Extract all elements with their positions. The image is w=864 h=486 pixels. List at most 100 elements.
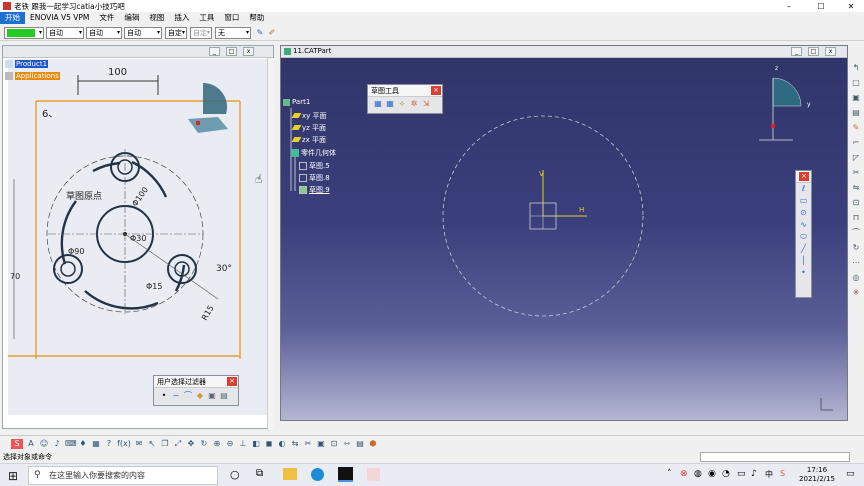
menu-enovia[interactable]: ENOVIA V5 VPM [25,12,94,24]
close-icon[interactable]: × [799,172,809,181]
positioned-sketch-icon[interactable]: ▣ [851,93,861,103]
rotate-icon[interactable]: ↻ [851,243,861,253]
emoji-icon[interactable]: ☺ [39,439,49,449]
3d-viewport[interactable]: V H z y Part1 xy 平面 yz 平面 zx 平面 零件几何体 草图… [281,58,847,420]
linetype-combo[interactable]: 自动 ▾ [124,27,162,39]
shirt-icon[interactable]: ♦ [78,439,88,449]
circle-icon[interactable]: ⊙ [799,208,809,218]
tree-item-applications[interactable]: Applications [5,72,60,80]
sketch-icon[interactable]: ▢ [851,78,861,88]
linewidth-combo[interactable]: 自动 ▾ [86,27,122,39]
color-combo[interactable]: ▾ [4,27,44,39]
close-button[interactable]: ✕ [836,0,864,12]
file-explorer-icon[interactable] [283,468,297,480]
menu-tools[interactable]: 工具 [194,12,219,24]
trim-icon[interactable]: ✂ [851,168,861,178]
command-input[interactable] [700,452,850,462]
table-icon[interactable]: ▤ [355,439,365,449]
construction-icon[interactable]: ⟡ [397,99,407,109]
zoom-in-icon[interactable]: ⊕ [212,439,222,449]
clock[interactable]: 17:16 2021/2/15 [795,466,839,484]
close-button[interactable]: x [825,47,836,56]
point-icon[interactable]: • [799,268,809,278]
snap-grid-icon[interactable]: ▦ [385,99,395,109]
select-icon[interactable]: ↖ [147,439,157,449]
chamfer-icon[interactable]: ◸ [851,153,861,163]
spline-icon[interactable]: ∿ [799,220,809,230]
corner-icon[interactable]: ⌐ [851,138,861,148]
rotate-view-icon[interactable]: ↻ [199,439,209,449]
comment-icon[interactable]: ✉ [134,439,144,449]
wps-icon[interactable] [367,468,380,481]
point-filter-icon[interactable]: • [159,391,169,401]
brush-icon[interactable]: ✐ [267,28,277,38]
project-icon[interactable]: ⊡ [851,198,861,208]
geometric-constraints-icon[interactable]: ✲ [409,99,419,109]
ime-s-icon[interactable]: S [780,469,785,478]
close-icon[interactable]: × [431,86,441,95]
tree-item-yz-plane[interactable]: yz 平面 [291,123,326,133]
tree-item-zx-plane[interactable]: zx 平面 [291,135,326,145]
layer-combo[interactable]: 无 ▾ [215,27,251,39]
constraint-icon[interactable]: ⊡ [329,439,339,449]
network-icon[interactable]: ▭ [737,469,746,479]
windows-start-icon[interactable]: ⊞ [8,469,18,483]
point-combo[interactable]: 自定 ▾ [165,27,187,39]
tray-icon-1[interactable]: ⊗ [680,469,688,479]
geometry-filter-icon[interactable]: ▤ [219,391,229,401]
notification-icon[interactable]: ▭ [846,469,855,479]
keyboard-icon[interactable]: ⌨ [65,439,77,449]
shading-icon[interactable]: ◼ [264,439,274,449]
taskbar-search-input[interactable]: ⚲ 在这里输入你要搜索的内容 [28,466,218,485]
measure-icon[interactable]: ⇿ [342,439,352,449]
ime-s-icon[interactable]: S [11,439,23,449]
surface-filter-icon[interactable]: ⌒ [183,391,193,401]
iso-view-icon[interactable]: ◧ [251,439,261,449]
volume-filter-icon[interactable]: ◆ [195,391,205,401]
animate-icon[interactable]: ◎ [851,273,861,283]
vertical-scrollbar[interactable] [267,58,274,430]
menu-start[interactable]: 开始 [0,12,25,24]
catia-app-icon[interactable] [338,467,353,482]
grid-icon[interactable]: ▦ [91,439,101,449]
sketch-analysis-icon[interactable]: ▣ [316,439,326,449]
menu-insert[interactable]: 插入 [169,12,194,24]
mic-icon[interactable]: ♪ [52,439,62,449]
volume-icon[interactable]: ♪ [751,469,757,479]
tree-item-sketch5[interactable]: 草图.5 [299,161,330,171]
copy-icon[interactable]: ❐ [160,439,170,449]
arc-icon[interactable]: ⌒ [851,228,861,238]
tree-item-part1[interactable]: Part1 [283,98,310,106]
formula-icon[interactable]: f(x) [117,439,131,449]
tree-item-sketch9[interactable]: 草图.9 [299,185,330,195]
close-button[interactable]: x [243,47,254,56]
axis-icon[interactable]: │ [799,256,809,266]
restore-button[interactable]: □ [808,47,819,56]
pencil-icon[interactable]: ✎ [851,123,861,133]
tree-item-sketch8[interactable]: 草图.8 [299,173,330,183]
swap-icon[interactable]: ⇆ [290,439,300,449]
tray-icon-4[interactable]: ◔ [722,469,730,479]
pan-icon[interactable]: ✥ [186,439,196,449]
minimize-button[interactable]: – [774,0,804,12]
paint-icon[interactable]: ✎ [255,28,265,38]
feature-filter-icon[interactable]: ▣ [207,391,217,401]
exit-workbench-icon[interactable]: ↰ [851,63,861,73]
minimize-button[interactable]: _ [209,47,220,56]
font-icon[interactable]: A [26,439,36,449]
line-icon[interactable]: ╱ [799,244,809,254]
mirror-icon[interactable]: ⇋ [851,183,861,193]
dimensional-constraints-icon[interactable]: ⇲ [421,99,431,109]
edge-icon[interactable] [311,468,324,481]
rectangle-icon[interactable]: ▭ [799,196,809,206]
transparency-combo[interactable]: 自动 ▾ [46,27,84,39]
apply-material-icon[interactable]: ⬢ [368,439,378,449]
ime-icon[interactable]: 中 [765,469,773,480]
fit-all-icon[interactable]: ⤢ [173,439,183,449]
grid-icon[interactable]: ▦ [373,99,383,109]
operation-icon[interactable]: ▤ [851,108,861,118]
constraint-icon[interactable]: ⊓ [851,213,861,223]
tree-item-product[interactable]: Product1 [5,60,49,68]
task-view-icon[interactable]: ○ [230,468,240,481]
layer-combo-a[interactable]: 自定 ▾ [190,27,212,39]
